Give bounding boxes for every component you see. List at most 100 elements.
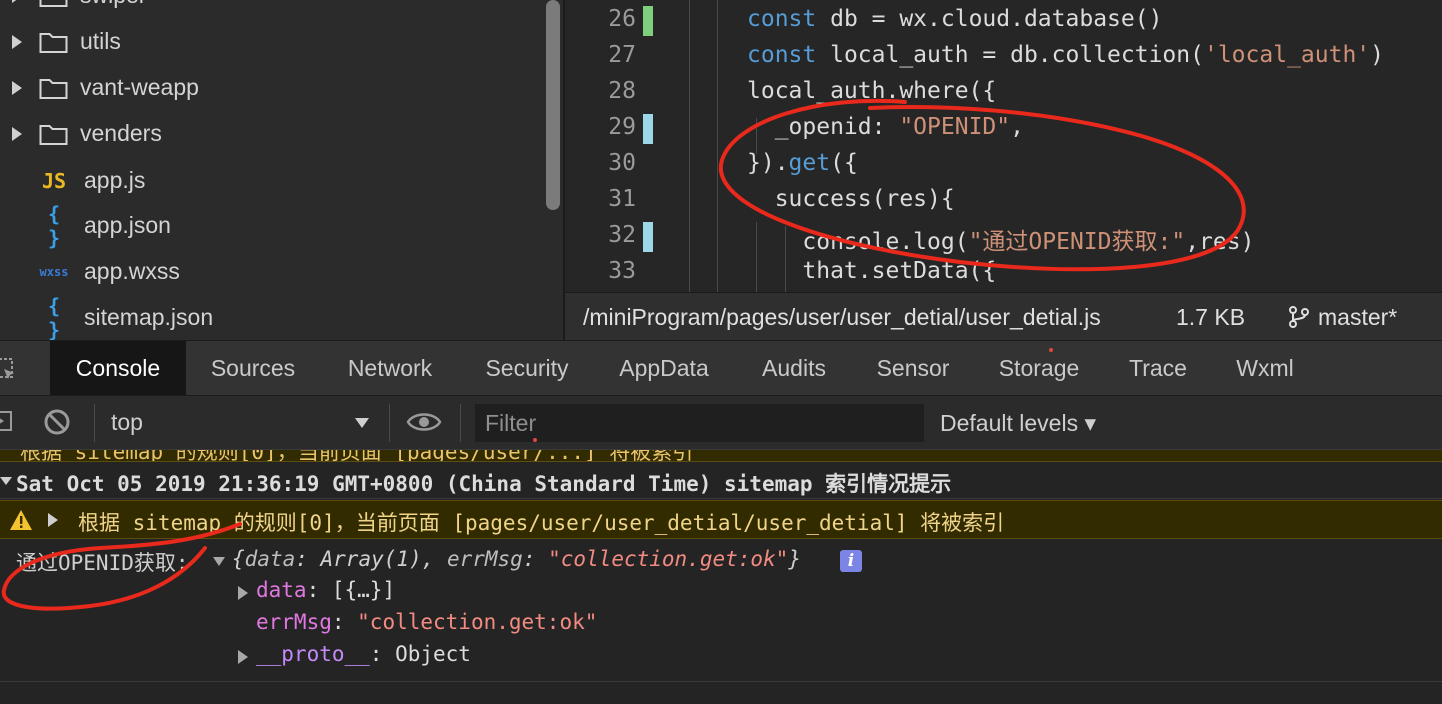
line-number: 28 — [608, 78, 636, 104]
expand-arrow-icon[interactable] — [48, 513, 58, 527]
expand-arrow-icon[interactable] — [238, 586, 248, 600]
property-key: data — [256, 578, 307, 602]
filter-input[interactable] — [475, 404, 924, 442]
chevron-down-icon — [355, 418, 369, 428]
tab-audits[interactable]: Audits — [744, 341, 844, 395]
tree-item-label: app.js — [84, 166, 146, 193]
collapse-caret-icon[interactable] — [213, 557, 225, 566]
line-number: 31 — [608, 186, 636, 212]
devtools-tab-bar: Console Sources Network Security AppData… — [0, 340, 1442, 396]
object-summary[interactable]: {data: Array(1), errMsg: "collection.get… — [232, 547, 801, 571]
line-number: 26 — [608, 6, 636, 32]
line-number: 33 — [608, 258, 636, 284]
code-string: 'local_auth' — [1203, 42, 1371, 68]
toolbar-separator — [460, 404, 461, 442]
code-editor[interactable]: 26 const db = wx.cloud.database() 27 con… — [565, 0, 1442, 292]
object-property-row[interactable]: data: [{…}] — [238, 578, 395, 602]
console-warning-row[interactable]: 根据 sitemap 的规则[0]，当前页面 [pages/user/user_… — [0, 500, 1442, 539]
code-text: db = wx.cloud.database() — [816, 6, 1163, 32]
code-text: ({ — [830, 150, 858, 176]
code-line: 33 that.setData({ — [565, 254, 1442, 290]
expand-arrow-icon[interactable] — [12, 35, 22, 49]
file-size: 1.7 KB — [1176, 304, 1246, 330]
summary-key: errMsg — [446, 547, 523, 571]
tree-folder-utils[interactable]: utils — [0, 19, 545, 65]
partial-warning-row: 根据 sitemap 的规则[0]，当前页面 [pages/user/...] … — [0, 450, 1442, 462]
git-added-marker — [643, 6, 653, 36]
tree-file-app-json[interactable]: { } app.json — [0, 202, 545, 250]
storage-indicator-dot — [1049, 348, 1053, 352]
folder-icon — [39, 79, 68, 99]
code-line: 26 const db = wx.cloud.database() — [565, 2, 1442, 38]
info-icon[interactable]: i — [840, 550, 862, 572]
git-branch-icon — [1289, 306, 1309, 328]
tab-network[interactable]: Network — [325, 341, 455, 395]
code-text: }). — [747, 150, 789, 176]
file-path: /miniProgram/pages/user/user_detial/user… — [583, 304, 1101, 330]
summary-key: data — [244, 547, 296, 571]
console-group-title: Sat Oct 05 2019 21:36:19 GMT+0800 (China… — [16, 472, 952, 496]
summary-value: : Array(1), — [295, 547, 447, 571]
line-number: 29 — [608, 114, 636, 140]
tree-item-label: utils — [80, 27, 121, 54]
collapse-caret-icon[interactable] — [0, 477, 12, 485]
tree-item-label: swiper — [80, 0, 146, 9]
log-levels-select[interactable]: Default levels ▾ — [940, 404, 1096, 442]
tab-sources[interactable]: Sources — [190, 341, 316, 395]
summary-brace: } — [788, 547, 801, 571]
tree-folder-vant-weapp[interactable]: vant-weapp — [0, 65, 545, 111]
tab-console[interactable]: Console — [50, 341, 186, 395]
context-select[interactable]: top — [97, 404, 379, 442]
code-text: console.log( — [747, 229, 969, 255]
object-property-row[interactable]: __proto__: Object — [238, 642, 471, 666]
property-value: "collection.get:ok" — [357, 610, 598, 634]
tab-appdata[interactable]: AppData — [602, 341, 726, 395]
property-value: [{…}] — [331, 578, 396, 602]
console-group-row[interactable]: Sat Oct 05 2019 21:36:19 GMT+0800 (China… — [0, 463, 1442, 499]
property-key: errMsg — [256, 610, 332, 634]
tab-storage[interactable]: Storage — [984, 341, 1094, 395]
inspect-element-icon[interactable] — [0, 357, 18, 383]
tree-folder-swiper[interactable]: swiper — [0, 0, 545, 19]
expand-arrow-icon[interactable] — [12, 81, 22, 95]
warning-message: 根据 sitemap 的规则[0]，当前页面 [pages/user/user_… — [78, 511, 1005, 535]
toolbar-separator — [389, 404, 390, 442]
clear-console-icon[interactable] — [43, 408, 71, 436]
code-method: get — [788, 150, 831, 176]
sidebar-toggle-icon[interactable] — [0, 410, 12, 432]
json-file-icon: { } — [47, 294, 61, 340]
folder-icon — [39, 125, 68, 145]
tab-trace[interactable]: Trace — [1114, 341, 1202, 395]
code-text: _openid: — [747, 114, 900, 140]
wxss-file-icon: wxss — [39, 265, 69, 279]
code-text: that.setData({ — [747, 258, 997, 284]
context-select-value: top — [111, 409, 143, 435]
tree-folder-venders[interactable]: venders — [0, 111, 545, 157]
object-property-row: errMsg: "collection.get:ok" — [256, 610, 598, 634]
code-line: 32 console.log("通过OPENID获取:",res) — [565, 218, 1442, 255]
code-text: ) — [1370, 42, 1385, 68]
git-branch-label[interactable]: master* — [1318, 304, 1397, 331]
expand-arrow-icon[interactable] — [12, 127, 22, 141]
tab-security[interactable]: Security — [465, 341, 589, 395]
summary-brace: { — [232, 547, 245, 571]
expand-arrow-icon[interactable] — [12, 0, 22, 3]
tree-file-app-wxss[interactable]: wxss app.wxss — [0, 249, 545, 295]
folder-icon — [39, 33, 68, 53]
eye-icon[interactable] — [406, 410, 442, 434]
code-text: ,res) — [1185, 229, 1255, 255]
property-key: __proto__ — [256, 642, 370, 666]
tree-item-label: app.json — [84, 211, 171, 238]
tab-wxml[interactable]: Wxml — [1222, 341, 1308, 395]
code-line: 30 }).get({ — [565, 146, 1442, 182]
tree-item-label: sitemap.json — [84, 303, 214, 330]
tab-sensor[interactable]: Sensor — [860, 341, 966, 395]
tree-file-app-js[interactable]: JS app.js — [0, 158, 545, 204]
folder-icon — [39, 0, 68, 7]
file-tree-scrollbar[interactable] — [546, 0, 560, 210]
code-string: "OPENID" — [899, 114, 1011, 140]
expand-arrow-icon[interactable] — [238, 650, 248, 664]
line-number: 32 — [608, 222, 636, 248]
code-keyword: const — [747, 6, 817, 32]
tree-file-sitemap-json[interactable]: { } sitemap.json — [0, 294, 545, 340]
